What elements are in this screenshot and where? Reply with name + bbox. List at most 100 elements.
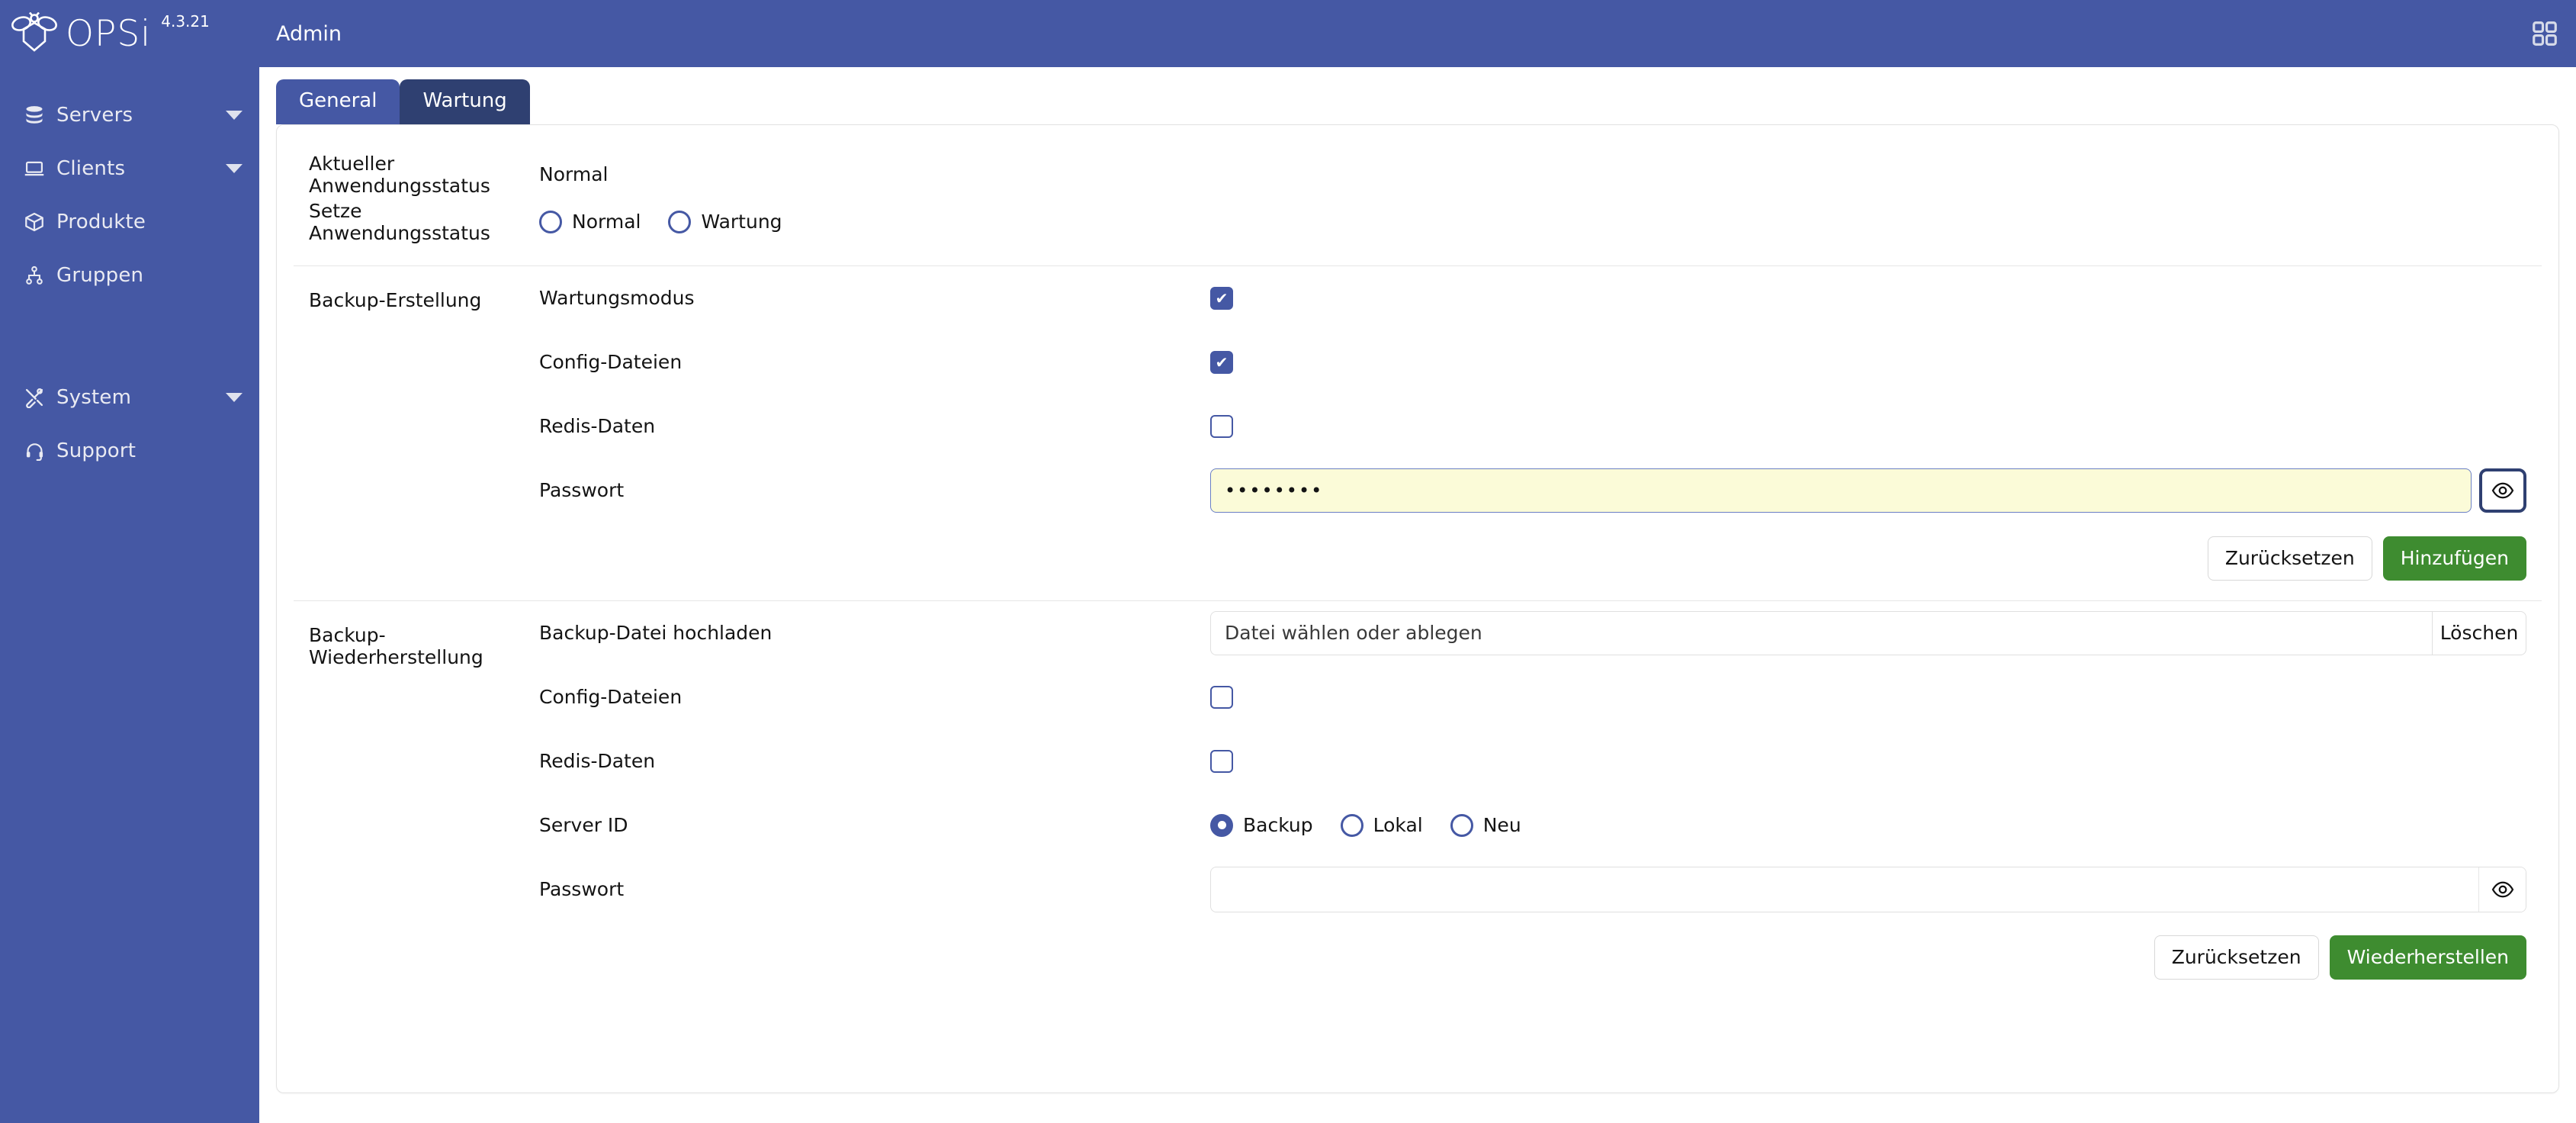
radio-circle-icon[interactable] (668, 210, 692, 233)
restore-password-input-group (1210, 866, 2526, 912)
field-label: Redis-Daten (539, 415, 656, 438)
field-label: Wartungsmodus (539, 287, 695, 310)
field-label: Backup-Datei hochladen (539, 622, 772, 645)
radio-circle-icon[interactable] (1450, 813, 1473, 837)
field-control (1210, 350, 2526, 374)
chevron-down-icon[interactable] (226, 111, 243, 120)
sidebar-nav: Servers Clients Produkte Gruppen System … (0, 88, 259, 478)
field-label: Server ID (539, 814, 628, 837)
field-label: Config-Dateien (539, 686, 683, 709)
field-control: Backup Lokal Neu (1210, 813, 2526, 837)
sidebar-item-label: Clients (56, 157, 126, 180)
radio-status-normal[interactable]: Normal (539, 210, 641, 233)
radio-circle-icon[interactable] (1210, 813, 1233, 837)
password-input-group: •••••••• (1210, 468, 2526, 513)
field-restore-redis-daten: Redis-Daten (539, 729, 2526, 793)
grid-apps-icon[interactable] (2530, 19, 2559, 48)
page-title: Admin (276, 21, 342, 46)
backup-create-reset-button[interactable]: Zurücksetzen (2207, 536, 2372, 581)
restore-password-reveal-button[interactable] (2478, 867, 2526, 912)
sidebar-item-label: Produkte (56, 211, 146, 233)
field-control (1210, 286, 2526, 310)
settings-card: Aktueller Anwendungsstatus Normal Setze … (276, 124, 2559, 1093)
set-status-row: Setze Anwendungsstatus Normal Wartung (277, 198, 2558, 246)
sidebar-item-system[interactable]: System (0, 371, 259, 424)
restore-password-input[interactable] (1211, 867, 2478, 912)
current-status-row: Aktueller Anwendungsstatus Normal (277, 151, 2558, 198)
radio-label: Normal (572, 211, 641, 233)
radio-label: Lokal (1373, 814, 1423, 837)
backup-file-input[interactable]: Datei wählen oder ablegen (1210, 610, 2432, 655)
backup-create-section: Backup-Erstellung Wartungsmodus Config-D… (277, 266, 2558, 581)
field-config-dateien: Config-Dateien (539, 330, 2526, 394)
field-restore-password: Passwort (539, 858, 2526, 922)
server-id-radio-group: Backup Lokal Neu (1210, 813, 1521, 837)
field-control (1210, 866, 2526, 912)
field-label: Config-Dateien (539, 351, 683, 374)
field-backup-password: Passwort •••••••• (539, 459, 2526, 523)
backup-password-input[interactable]: •••••••• (1210, 468, 2472, 513)
box-icon (23, 211, 46, 233)
backup-restore-section: Backup-Wiederherstellung Backup-Datei ho… (277, 601, 2558, 980)
backup-create-buttons: Zurücksetzen Hinzufügen (539, 523, 2526, 581)
sidebar-item-label: Servers (56, 104, 133, 127)
backup-password-reveal-button[interactable] (2479, 468, 2526, 513)
brand-version: 4.3.21 (161, 12, 210, 31)
sidebar-item-label: Support (56, 439, 137, 462)
field-control: Datei wählen oder ablegen Löschen (1210, 610, 2526, 655)
sidebar-item-gruppen[interactable]: Gruppen (0, 249, 259, 302)
checkbox-restore-config-dateien[interactable] (1210, 685, 1233, 709)
checkbox-wartungsmodus[interactable] (1210, 286, 1233, 310)
database-icon (23, 104, 46, 127)
sidebar-item-label: Gruppen (56, 264, 144, 287)
chevron-down-icon[interactable] (226, 164, 243, 173)
application-root: OPSi 4.3.21 Servers Clients Produkte Gru… (0, 0, 2576, 1123)
sidebar-item-clients[interactable]: Clients (0, 142, 259, 195)
current-status-value: Normal (539, 163, 609, 186)
field-label: Passwort (539, 878, 625, 901)
backup-restore-body: Backup-Datei hochladen Datei wählen oder… (539, 601, 2558, 980)
field-restore-config-dateien: Config-Dateien (539, 665, 2526, 729)
sidebar-item-label: System (56, 386, 132, 409)
brand-name: OPSi (66, 12, 152, 55)
radio-server-id-backup[interactable]: Backup (1210, 813, 1313, 837)
backup-restore-buttons: Zurücksetzen Wiederherstellen (539, 922, 2526, 980)
radio-label: Backup (1243, 814, 1313, 837)
sidebar-item-servers[interactable]: Servers (0, 88, 259, 142)
sidebar: OPSi 4.3.21 Servers Clients Produkte Gru… (0, 0, 259, 1123)
backup-restore-submit-button[interactable]: Wiederherstellen (2329, 935, 2526, 980)
file-input-group: Datei wählen oder ablegen Löschen (1210, 610, 2526, 655)
radio-server-id-neu[interactable]: Neu (1450, 813, 1521, 837)
field-label: Passwort (539, 479, 625, 502)
sidebar-item-produkte[interactable]: Produkte (0, 195, 259, 249)
main-area: Admin General Wartung Aktueller Anwendun… (259, 0, 2576, 1123)
sitemap-icon (23, 264, 46, 287)
field-control (1210, 685, 2526, 709)
headset-icon (23, 439, 46, 462)
tab-wartung[interactable]: Wartung (400, 79, 530, 124)
status-radio-group: Normal Wartung (539, 210, 2558, 233)
field-redis-daten: Redis-Daten (539, 394, 2526, 459)
chevron-down-icon[interactable] (226, 393, 243, 402)
radio-server-id-lokal[interactable]: Lokal (1340, 813, 1423, 837)
current-status-label: Aktueller Anwendungsstatus (309, 152, 490, 197)
checkbox-redis-daten[interactable] (1210, 414, 1233, 438)
field-backup-upload: Backup-Datei hochladen Datei wählen oder… (539, 601, 2526, 665)
field-wartungsmodus: Wartungsmodus (539, 266, 2526, 330)
radio-circle-icon[interactable] (539, 210, 562, 233)
top-bar: Admin (259, 0, 2576, 67)
checkbox-restore-redis-daten[interactable] (1210, 749, 1233, 773)
brand-logo[interactable]: OPSi 4.3.21 (0, 0, 259, 67)
radio-circle-icon[interactable] (1340, 813, 1363, 837)
sidebar-item-support[interactable]: Support (0, 424, 259, 478)
field-label: Redis-Daten (539, 750, 656, 773)
backup-file-delete-button[interactable]: Löschen (2432, 610, 2526, 655)
radio-status-wartung[interactable]: Wartung (668, 210, 782, 233)
tab-general[interactable]: General (276, 79, 400, 124)
backup-create-submit-button[interactable]: Hinzufügen (2382, 536, 2526, 581)
backup-create-body: Wartungsmodus Config-Dateien (539, 266, 2558, 581)
field-control (1210, 749, 2526, 773)
checkbox-config-dateien[interactable] (1210, 350, 1233, 374)
backup-restore-reset-button[interactable]: Zurücksetzen (2154, 935, 2319, 980)
